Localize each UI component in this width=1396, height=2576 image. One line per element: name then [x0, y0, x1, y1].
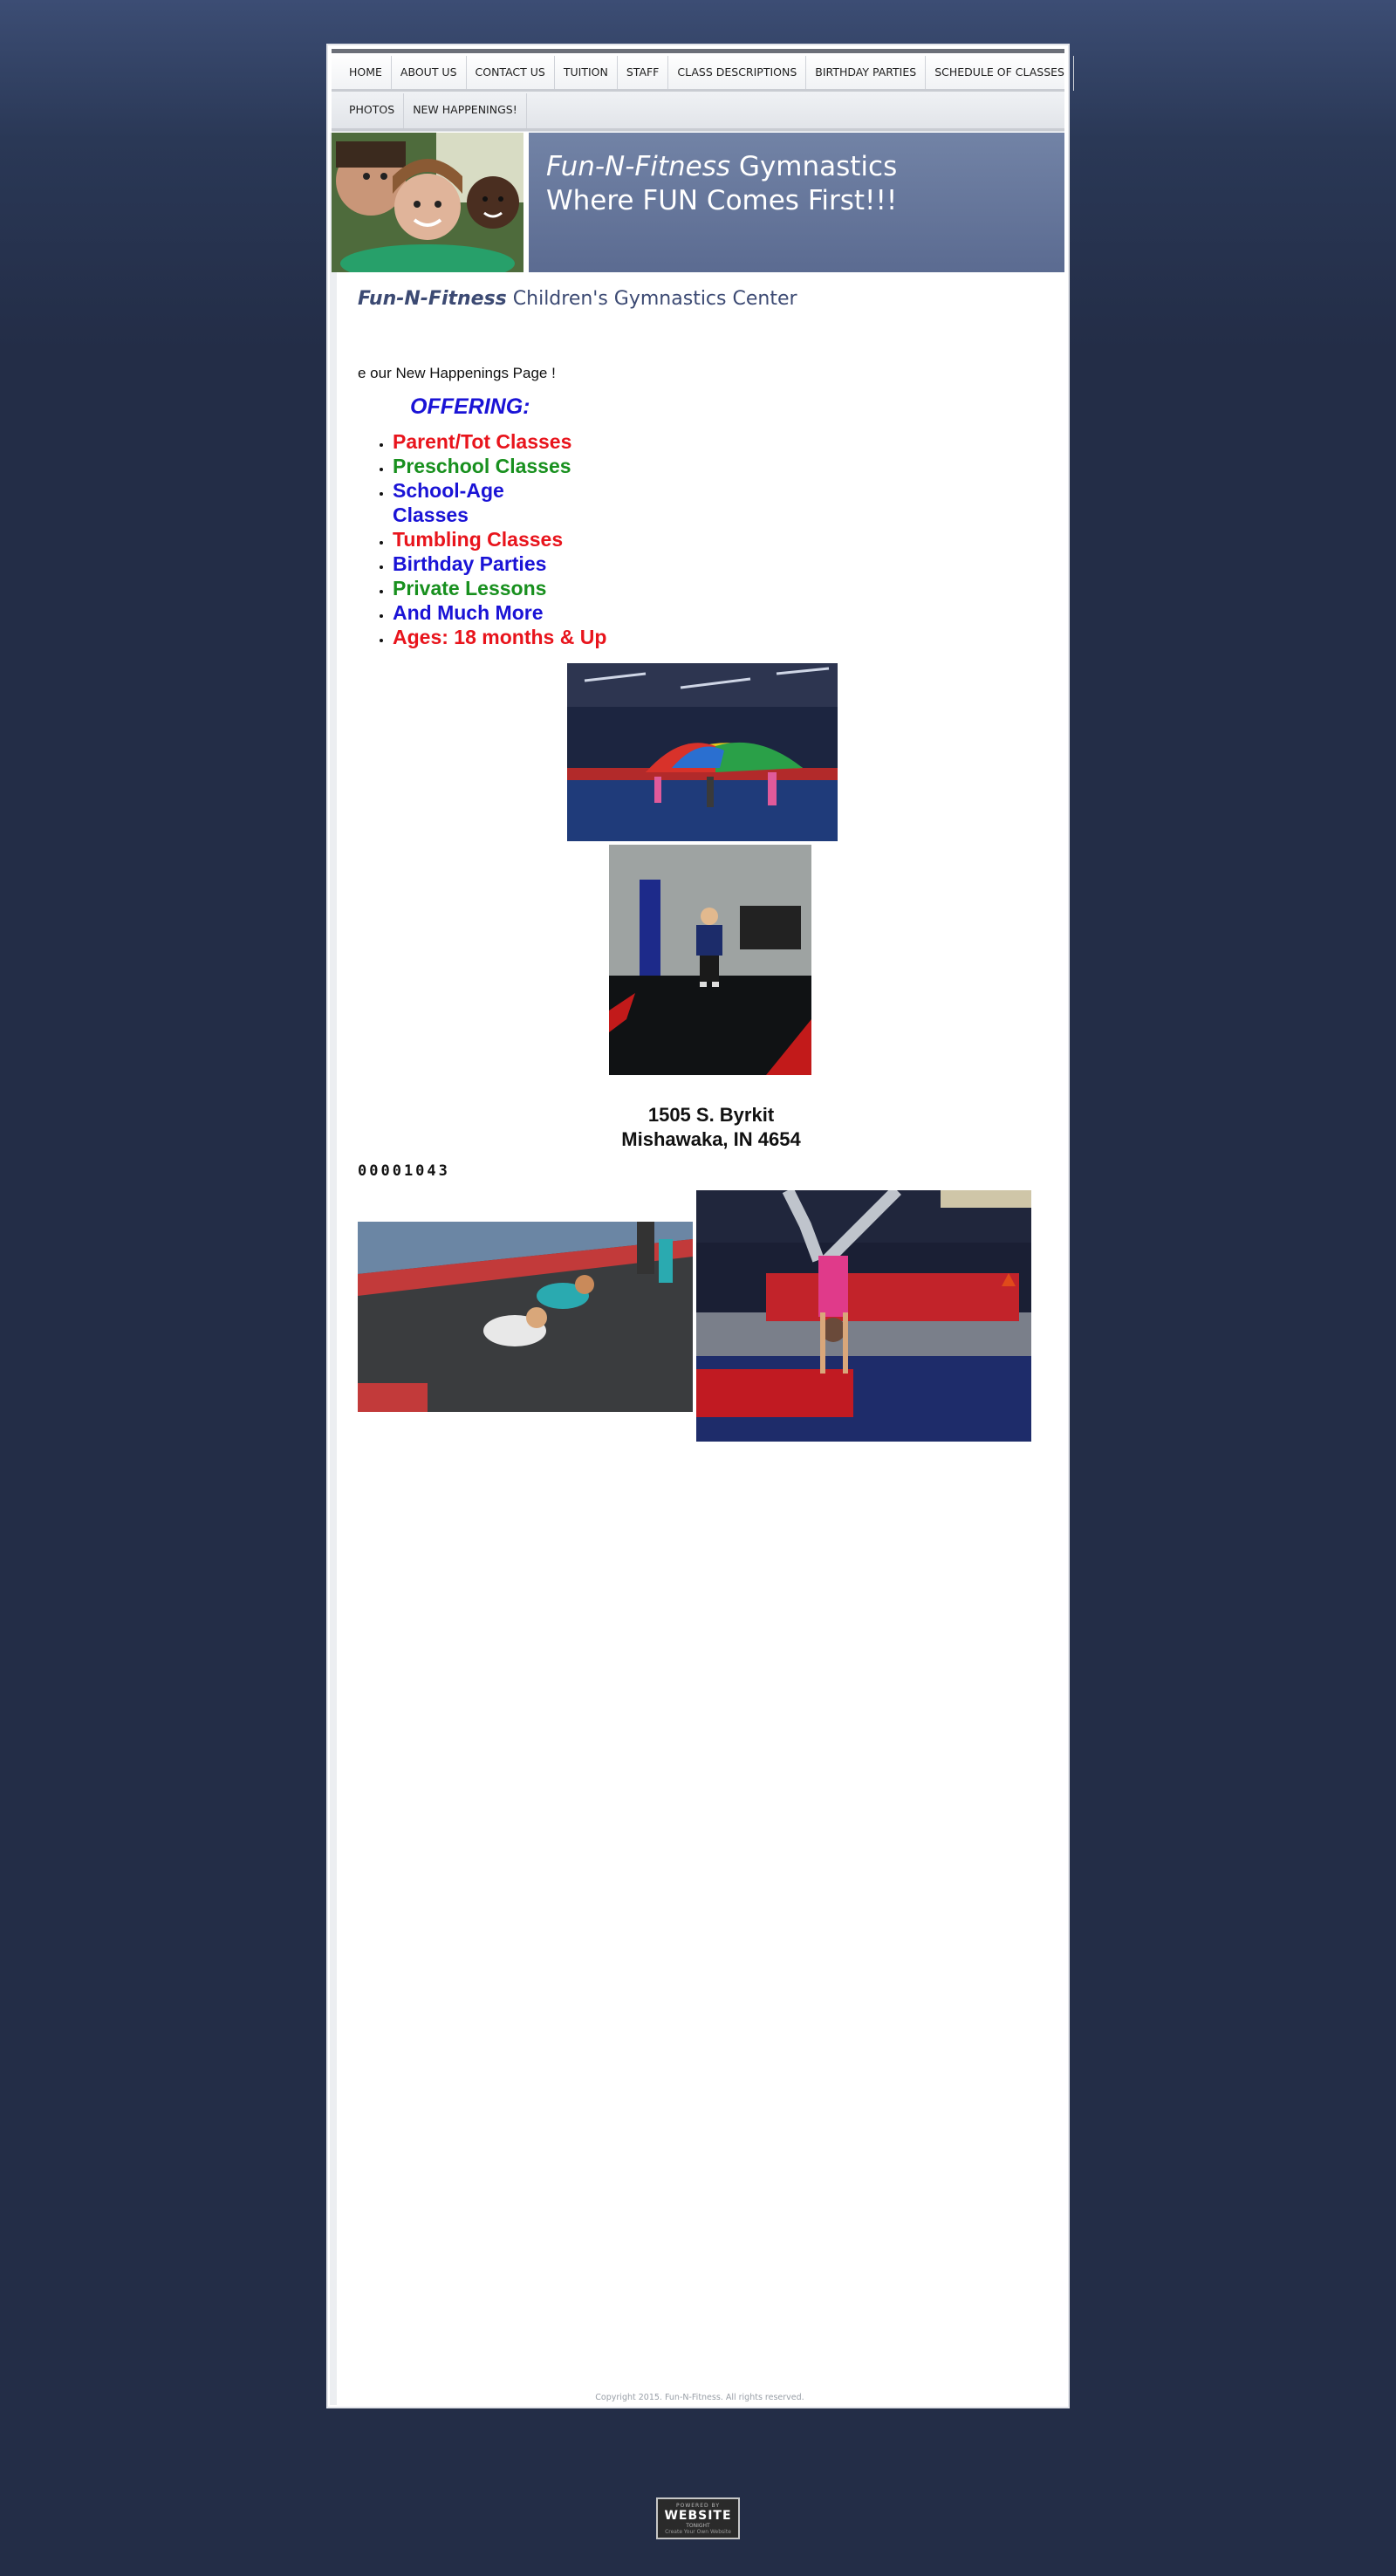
- gym-address: 1505 S. Byrkit Mishawaka, IN 4654: [567, 1103, 855, 1152]
- parachute-image: [567, 663, 838, 841]
- banner-title-panel: Fun-N-Fitness Gymnastics Where FUN Comes…: [529, 133, 1064, 272]
- main-navigation: HOME ABOUT US CONTACT US TUITION STAFF C…: [332, 49, 1074, 132]
- nav-item-birthday-parties[interactable]: BIRTHDAY PARTIES: [806, 56, 927, 91]
- nav-item-schedule-of-classes[interactable]: SCHEDULE OF CLASSES: [926, 56, 1074, 91]
- badge-powered-by: POWERED BY: [675, 2503, 720, 2509]
- boy-image: [609, 845, 811, 1075]
- nav-item-contact-us[interactable]: CONTACT US: [467, 56, 555, 91]
- offering-item-private-lessons: Private Lessons: [393, 576, 654, 600]
- banner-kids-photo: [332, 133, 524, 272]
- subheading-brand: Fun-N-Fitness: [358, 288, 507, 310]
- offering-item-school-age: School-Age Classes: [393, 478, 541, 527]
- handstand-photo: [696, 1190, 1031, 1442]
- new-happenings-marquee[interactable]: e our New Happenings Page !: [358, 365, 556, 382]
- offering-item-tumbling: Tumbling Classes: [393, 527, 654, 552]
- crawling-image: [358, 1222, 693, 1412]
- website-tonight-badge[interactable]: POWERED BY WEBSITE TONIGHT Create Your O…: [656, 2497, 740, 2539]
- header-banner: Fun-N-Fitness Gymnastics Where FUN Comes…: [332, 133, 1064, 272]
- subheading-rest: Children's Gymnastics Center: [506, 288, 797, 310]
- sidebar-rule: [330, 133, 337, 2405]
- nav-item-new-happenings[interactable]: NEW HAPPENINGS!: [404, 93, 527, 128]
- nav-item-home[interactable]: HOME: [340, 56, 392, 91]
- page-subheading: Fun-N-Fitness Children's Gymnastics Cent…: [358, 288, 797, 310]
- footer-copyright: Copyright 2015. Fun-N-Fitness. All right…: [595, 2393, 804, 2402]
- offering-heading: OFFERING:: [410, 394, 530, 419]
- hit-counter: 00001043: [358, 1162, 450, 1180]
- handstand-image: [696, 1190, 1031, 1442]
- nav-item-photos[interactable]: PHOTOS: [340, 93, 405, 128]
- nav-item-about-us[interactable]: ABOUT US: [392, 56, 467, 91]
- crawling-kids-photo: [358, 1222, 693, 1412]
- offering-item-parent-tot: Parent/Tot Classes: [393, 429, 654, 454]
- badge-main: WEBSITE: [664, 2509, 732, 2523]
- nav-item-class-descriptions[interactable]: CLASS DESCRIPTIONS: [668, 56, 807, 91]
- offering-list: Parent/Tot Classes Preschool Classes Sch…: [358, 429, 654, 649]
- nav-divider-bottom: [332, 128, 1064, 131]
- offering-item-ages: Ages: 18 months & Up: [393, 625, 654, 649]
- nav-item-staff[interactable]: STAFF: [618, 56, 669, 91]
- offering-item-much-more: And Much More: [393, 600, 654, 625]
- address-line-1: 1505 S. Byrkit: [647, 1104, 775, 1126]
- nav-item-tuition[interactable]: TUITION: [555, 56, 618, 91]
- address-line-2: Mishawaka, IN 4654: [621, 1128, 801, 1150]
- parachute-class-photo: [567, 663, 838, 841]
- page-container: HOME ABOUT US CONTACT US TUITION STAFF C…: [326, 44, 1074, 2408]
- nav-row-primary: HOME ABOUT US CONTACT US TUITION STAFF C…: [340, 56, 1074, 91]
- nav-row-secondary: PHOTOS NEW HAPPENINGS!: [340, 93, 527, 128]
- badge-sub: TONIGHT: [686, 2523, 710, 2529]
- boy-on-mat-photo: [609, 845, 811, 1075]
- banner-brand: Fun-N-Fitness: [546, 151, 731, 182]
- offering-item-preschool: Preschool Classes: [393, 454, 654, 478]
- banner-tagline: Where FUN Comes First!!!: [546, 185, 898, 216]
- banner-kids-image: [332, 133, 524, 272]
- banner-brand-suffix: Gymnastics: [730, 151, 898, 182]
- nav-divider: [332, 89, 1064, 92]
- offering-item-birthday-parties: Birthday Parties: [393, 552, 654, 576]
- badge-bottom: Create Your Own Website: [665, 2529, 731, 2535]
